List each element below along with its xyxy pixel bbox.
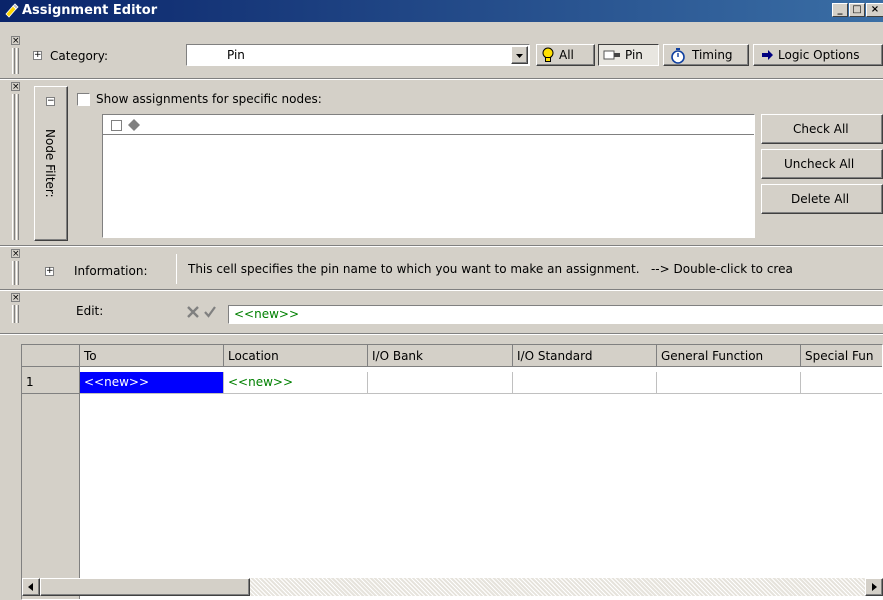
column-header-location[interactable]: Location — [224, 345, 368, 367]
cancel-x-icon[interactable] — [186, 305, 200, 319]
logic-options-button-label: Logic Options — [778, 48, 860, 62]
title-bar: Assignment Editor _ □ × — [0, 0, 883, 22]
edit-panel: × Edit: <<new>> — [0, 291, 883, 327]
column-header-general-function[interactable]: General Function — [657, 345, 801, 367]
uncheck-all-button[interactable]: Uncheck All — [761, 149, 883, 179]
table-cell-location[interactable]: <<new>> — [224, 372, 368, 394]
column-header-io-bank[interactable]: I/O Bank — [368, 345, 513, 367]
horizontal-scrollbar[interactable] — [22, 578, 883, 596]
maximize-icon: □ — [852, 4, 862, 15]
node-filter-panel-handle[interactable]: × — [10, 82, 22, 242]
row-number[interactable]: 1 — [22, 372, 80, 394]
pin-icon — [603, 50, 620, 60]
window-title: Assignment Editor — [22, 3, 158, 18]
timing-button[interactable]: Timing — [663, 44, 749, 66]
close-icon: × — [870, 4, 880, 15]
edit-panel-handle[interactable]: × — [10, 293, 22, 325]
scroll-right-button[interactable] — [865, 578, 883, 596]
delete-all-label: Delete All — [791, 192, 850, 206]
assignment-editor-icon — [5, 3, 19, 18]
node-list[interactable] — [102, 114, 755, 238]
panel-close-icon[interactable]: × — [11, 36, 20, 46]
arrow-right-icon — [762, 50, 773, 60]
node-diamond-icon — [128, 119, 140, 131]
check-all-label: Check All — [793, 122, 849, 136]
check-all-button[interactable]: Check All — [761, 114, 883, 144]
scroll-thumb[interactable] — [40, 578, 250, 596]
node-list-header — [103, 115, 754, 135]
panel-close-icon[interactable]: × — [11, 82, 20, 92]
information-panel-handle[interactable]: × — [10, 249, 22, 287]
column-header-special-function[interactable]: Special Fun — [801, 345, 882, 367]
node-filter-panel: × − Node Filter: Show assignments for sp… — [0, 80, 883, 245]
panel-close-icon[interactable]: × — [11, 249, 20, 259]
node-filter-collapse-icon[interactable]: − — [46, 97, 55, 106]
table-cell-io-bank[interactable] — [368, 372, 513, 394]
edit-field-value: <<new>> — [234, 307, 300, 321]
delete-all-button[interactable]: Delete All — [761, 184, 883, 214]
table-cell-general-function[interactable] — [657, 372, 801, 394]
edit-field[interactable]: <<new>> — [228, 305, 883, 324]
information-panel: × + Information: This cell specifies the… — [0, 247, 883, 289]
pin-button[interactable]: Pin — [598, 44, 659, 66]
pin-button-label: Pin — [625, 48, 643, 62]
minimize-icon: _ — [837, 4, 843, 15]
category-expand-icon[interactable]: + — [33, 51, 42, 60]
lightbulb-icon — [542, 47, 554, 62]
column-header-to[interactable]: To — [80, 345, 224, 367]
panel-close-icon[interactable]: × — [11, 293, 20, 303]
minimize-button[interactable]: _ — [832, 3, 848, 17]
category-label: Category: — [50, 49, 108, 63]
accept-check-icon[interactable] — [203, 305, 217, 319]
show-assignments-checkbox[interactable] — [77, 93, 90, 106]
information-label: Information: — [74, 264, 148, 278]
timing-button-label: Timing — [692, 48, 733, 62]
maximize-button[interactable]: □ — [849, 3, 865, 17]
all-button-label: All — [559, 48, 574, 62]
stopwatch-icon — [671, 48, 685, 64]
dropdown-arrow-icon — [516, 54, 523, 58]
node-filter-label: Node Filter: — [43, 129, 57, 198]
all-button[interactable]: All — [536, 44, 595, 66]
table-cell-special-function[interactable] — [801, 372, 882, 394]
node-filter-tab[interactable]: − Node Filter: — [34, 86, 68, 241]
edit-label: Edit: — [76, 304, 104, 318]
category-select[interactable]: Pin — [186, 44, 530, 66]
arrow-left-icon — [28, 583, 33, 591]
node-list-select-checkbox[interactable] — [111, 120, 122, 131]
table-cell-io-standard[interactable] — [513, 372, 657, 394]
uncheck-all-label: Uncheck All — [784, 157, 855, 171]
scroll-left-button[interactable] — [22, 578, 40, 596]
information-text: This cell specifies the pin name to whic… — [188, 262, 793, 276]
category-panel: × + Category: Pin All Pin Timing Logic O… — [0, 34, 883, 78]
arrow-right-small-icon — [872, 583, 877, 591]
grid-corner[interactable] — [22, 345, 80, 367]
category-panel-handle[interactable]: × — [10, 36, 22, 76]
category-dropdown-button[interactable] — [511, 46, 528, 64]
column-header-io-standard[interactable]: I/O Standard — [513, 345, 657, 367]
category-select-value: Pin — [227, 48, 245, 62]
table-cell-to[interactable]: <<new>> — [80, 372, 224, 394]
logic-options-button[interactable]: Logic Options — [753, 44, 883, 66]
close-button[interactable]: × — [866, 3, 883, 17]
show-assignments-label: Show assignments for specific nodes: — [96, 92, 322, 106]
assignment-grid[interactable]: To Location I/O Bank I/O Standard Genera… — [21, 344, 883, 600]
information-expand-icon[interactable]: + — [45, 267, 54, 276]
scroll-track[interactable] — [250, 578, 865, 596]
